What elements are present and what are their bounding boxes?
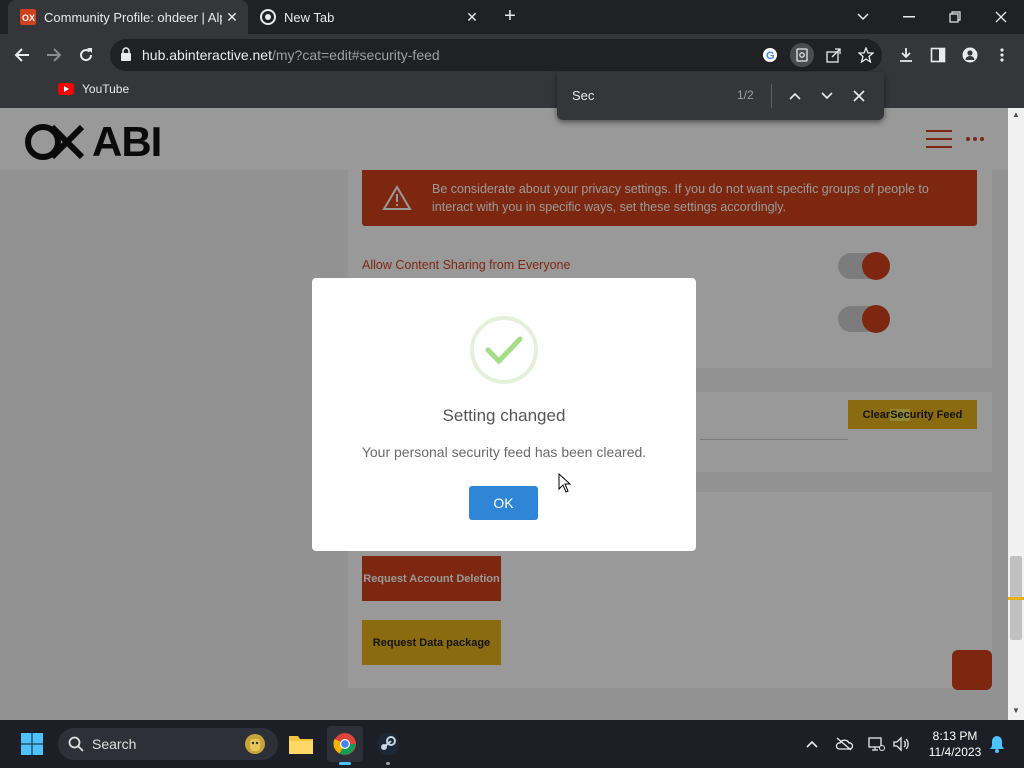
clock-time: 8:13 PM [932, 729, 978, 743]
windows-taskbar: Search 8:13 PM 11/4/2023 [0, 720, 1024, 768]
bookmark-star-icon[interactable] [854, 43, 878, 67]
find-divider [771, 84, 772, 108]
address-bar[interactable]: hub.abinteractive.net/my?cat=edit#securi… [110, 39, 882, 71]
side-panel-icon[interactable] [924, 41, 952, 69]
url-text: hub.abinteractive.net/my?cat=edit#securi… [142, 47, 440, 63]
google-icon[interactable]: G [758, 43, 782, 67]
abi-logo-icon: OX [20, 9, 36, 25]
windows-start-icon[interactable] [14, 726, 50, 762]
scroll-down-icon[interactable]: ▼ [1011, 706, 1021, 716]
file-explorer-icon[interactable] [283, 726, 319, 762]
find-bar: Sec 1/2 [557, 72, 884, 120]
setting-changed-dialog: Setting changed Your personal security f… [312, 278, 696, 551]
bookmark-label: YouTube [82, 82, 130, 96]
success-check-icon [470, 316, 538, 384]
taskbar-search[interactable]: Search [58, 728, 278, 760]
tab-strip: OX Community Profile: ohdeer | Alp ✕ New… [0, 0, 1024, 34]
onedrive-offline-icon[interactable] [832, 732, 856, 756]
menu-kebab-icon[interactable] [988, 41, 1016, 69]
tray-chevron-up-icon[interactable] [800, 732, 824, 756]
lock-icon[interactable] [120, 47, 132, 66]
url-host: hub.abinteractive.net [142, 47, 272, 63]
share-icon[interactable] [822, 43, 846, 67]
search-label: Search [92, 736, 137, 752]
system-clock[interactable]: 8:13 PM 11/4/2023 [920, 728, 990, 760]
back-icon[interactable] [8, 41, 36, 69]
find-count: 1/2 [737, 88, 754, 102]
chevron-down-icon[interactable] [815, 84, 839, 108]
clock-date: 11/4/2023 [928, 745, 982, 759]
chevron-up-icon[interactable] [783, 84, 807, 108]
tab-search-icon[interactable] [840, 0, 886, 34]
dialog-message: Your personal security feed has been cle… [361, 444, 647, 460]
close-tab-icon[interactable]: ✕ [462, 9, 482, 26]
reload-icon[interactable] [72, 41, 100, 69]
browser-toolbar: hub.abinteractive.net/my?cat=edit#securi… [0, 34, 1024, 76]
find-input[interactable]: Sec [572, 88, 594, 103]
tab-new-tab[interactable]: New Tab ✕ [250, 0, 488, 34]
search-icon [68, 736, 84, 752]
scroll-up-icon[interactable]: ▲ [1011, 110, 1021, 120]
steam-icon[interactable] [370, 726, 406, 762]
bookmark-youtube[interactable]: YouTube [58, 82, 129, 96]
active-app-indicator [339, 762, 351, 765]
svg-text:G: G [766, 50, 775, 62]
tab-title: Community Profile: ohdeer | Alp [44, 9, 222, 25]
svg-text:OX: OX [22, 13, 35, 23]
profile-icon[interactable] [956, 41, 984, 69]
youtube-icon [58, 83, 74, 95]
download-icon[interactable] [892, 41, 920, 69]
find-result-marker [1008, 597, 1024, 600]
page-scrollbar[interactable]: ▲ ▼ [1008, 108, 1024, 720]
notification-bell-icon[interactable] [985, 732, 1009, 756]
ok-button[interactable]: OK [469, 486, 538, 520]
close-window-icon[interactable] [978, 0, 1024, 34]
forward-icon[interactable] [40, 41, 68, 69]
screen: OX Community Profile: ohdeer | Alp ✕ New… [0, 0, 1024, 768]
chrome-icon [260, 9, 276, 25]
minimize-icon[interactable] [886, 0, 932, 34]
chrome-taskbar-icon[interactable] [327, 726, 363, 762]
dialog-title: Setting changed [442, 406, 566, 425]
running-app-indicator [386, 762, 390, 765]
close-find-icon[interactable] [847, 84, 871, 108]
find-in-page-icon[interactable] [790, 43, 814, 67]
mouse-cursor-icon [558, 472, 572, 498]
volume-icon[interactable] [889, 732, 913, 756]
url-path: /my?cat=edit#security-feed [271, 47, 440, 63]
tab-title: New Tab [284, 9, 335, 25]
tab-community-profile[interactable]: OX Community Profile: ohdeer | Alp ✕ [8, 0, 248, 34]
network-icon[interactable] [864, 732, 888, 756]
search-highlight-icon [238, 731, 272, 757]
close-tab-icon[interactable]: ✕ [222, 9, 242, 26]
restore-icon[interactable] [932, 0, 978, 34]
new-tab-button[interactable]: + [498, 5, 522, 29]
